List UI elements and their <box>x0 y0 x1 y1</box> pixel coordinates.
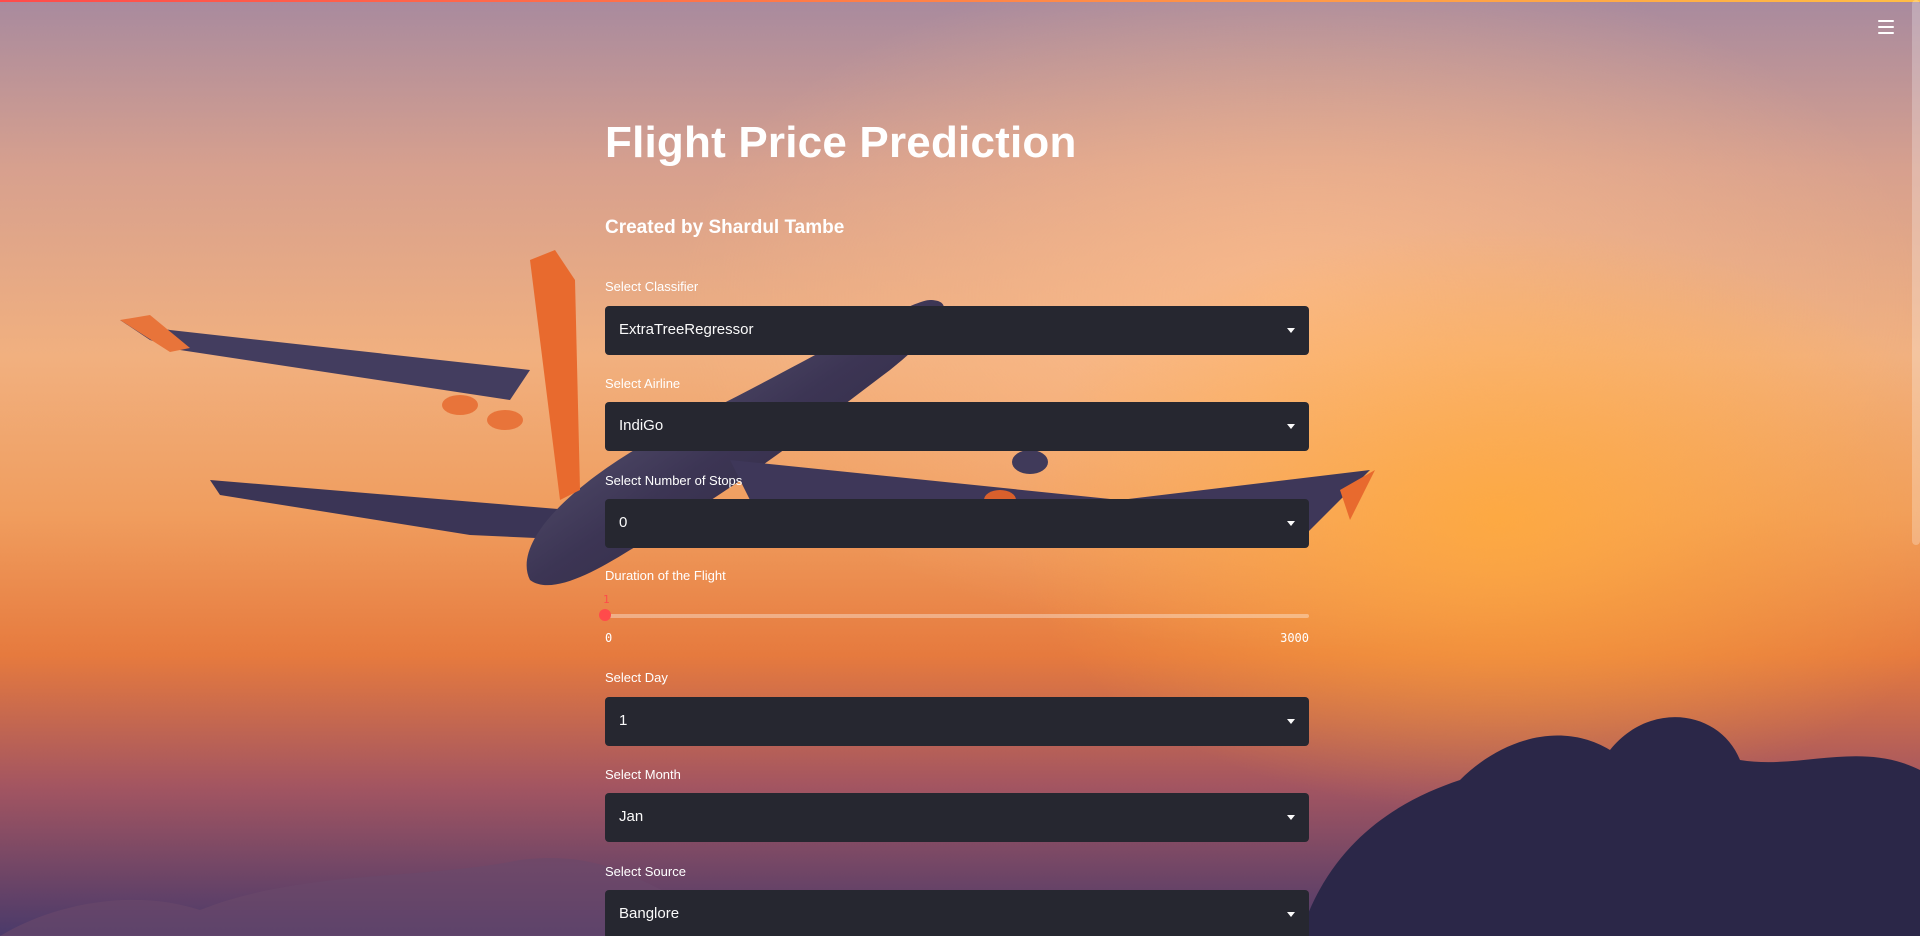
duration-slider-value: 1 <box>603 593 610 606</box>
chevron-down-icon <box>1287 719 1295 724</box>
duration-slider-max: 3000 <box>1280 631 1309 645</box>
airline-label: Select Airline <box>605 376 681 391</box>
duration-slider-track[interactable] <box>605 614 1309 618</box>
page-title: Flight Price Prediction <box>605 118 1077 167</box>
stops-value: 0 <box>619 514 628 531</box>
classifier-select[interactable]: ExtraTreeRegressor <box>605 306 1309 355</box>
top-decoration-bar <box>0 0 1920 2</box>
classifier-label: Select Classifier <box>605 279 699 294</box>
day-label: Select Day <box>605 670 668 685</box>
duration-slider-thumb[interactable] <box>599 609 611 621</box>
page-subtitle: Created by Shardul Tambe <box>605 217 845 238</box>
airline-select[interactable]: IndiGo <box>605 402 1309 451</box>
hamburger-menu-icon[interactable] <box>1878 20 1894 34</box>
stops-label: Select Number of Stops <box>605 473 743 488</box>
source-label: Select Source <box>605 864 686 879</box>
chevron-down-icon <box>1287 912 1295 917</box>
chevron-down-icon <box>1287 328 1295 333</box>
classifier-value: ExtraTreeRegressor <box>619 321 754 338</box>
day-select[interactable]: 1 <box>605 697 1309 746</box>
month-value: Jan <box>619 808 644 825</box>
source-select[interactable]: Banglore <box>605 890 1309 936</box>
airline-value: IndiGo <box>619 417 664 434</box>
chevron-down-icon <box>1287 424 1295 429</box>
day-value: 1 <box>619 712 628 729</box>
page-scrollbar[interactable] <box>1912 0 1920 545</box>
duration-slider-min: 0 <box>605 631 613 645</box>
month-label: Select Month <box>605 767 681 782</box>
duration-label: Duration of the Flight <box>605 568 726 583</box>
chevron-down-icon <box>1287 815 1295 820</box>
source-value: Banglore <box>619 905 680 922</box>
chevron-down-icon <box>1287 521 1295 526</box>
month-select[interactable]: Jan <box>605 793 1309 842</box>
stops-select[interactable]: 0 <box>605 499 1309 548</box>
